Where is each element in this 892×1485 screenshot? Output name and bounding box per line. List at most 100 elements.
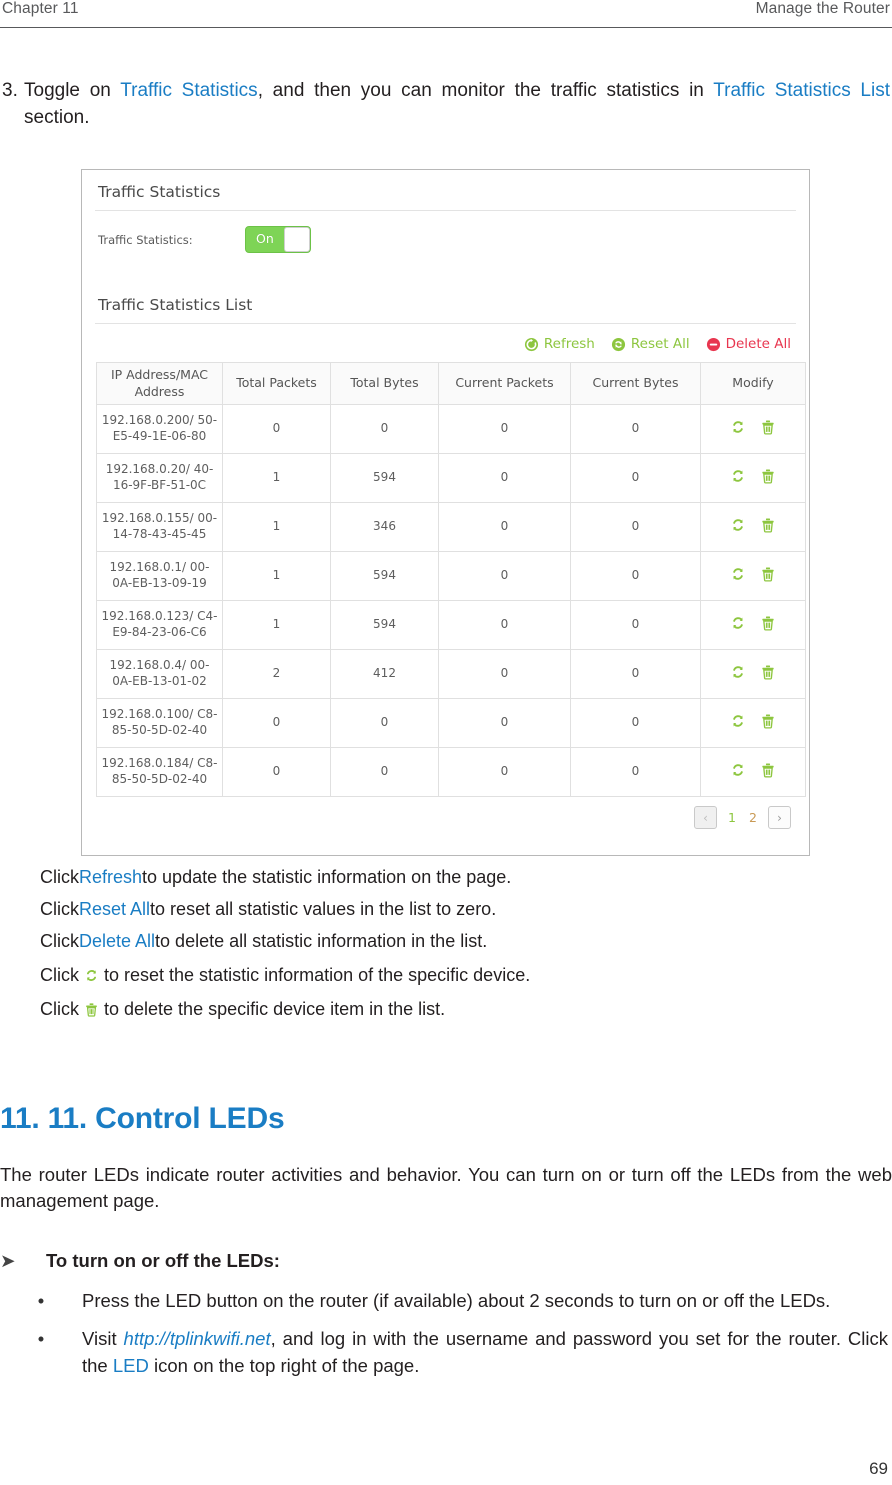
reset-icon: [611, 337, 626, 352]
cell-ip-mac: 192.168.0.123/ C4-E9-84-23-06-C6: [96, 600, 223, 650]
traffic-statistics-toggle[interactable]: On: [245, 226, 311, 253]
row-reset-icon[interactable]: [729, 614, 747, 637]
table-action-bar: Refresh Reset All Delete All: [82, 324, 809, 352]
cell-current-bytes: 0: [570, 502, 701, 552]
refresh-button[interactable]: Refresh: [524, 336, 595, 352]
col-header-ip-mac: IP Address/MAC Address: [96, 362, 223, 405]
cell-current-packets: 0: [438, 600, 571, 650]
delete-all-label: Delete All: [725, 336, 791, 352]
cell-current-bytes: 0: [570, 404, 701, 454]
page-content: 3. Toggle on Traffic Statistics, and the…: [0, 30, 892, 132]
cell-ip-mac: 192.168.0.4/ 00-0A-EB-13-01-02: [96, 649, 223, 699]
cell-total-packets: 1: [222, 551, 331, 601]
cell-ip-mac: 192.168.0.184/ C8-85-50-5D-02-40: [96, 747, 223, 797]
row-delete-icon[interactable]: [759, 418, 777, 441]
cell-total-bytes: 594: [330, 551, 439, 601]
row-delete-icon[interactable]: [759, 467, 777, 490]
table-row: 192.168.0.4/ 00-0A-EB-13-01-02 2 412 0 0: [96, 649, 806, 699]
cell-total-bytes: 346: [330, 502, 439, 552]
tplinkwifi-link[interactable]: http://tplinkwifi.net: [124, 1328, 271, 1349]
traffic-statistics-field-row: Traffic Statistics: On: [82, 211, 809, 253]
step-text-part2: , and then you can monitor the traffic s…: [257, 80, 714, 101]
table-row: 192.168.0.200/ 50-E5-49-1E-06-80 0 0 0 0: [96, 404, 806, 454]
table-row: 192.168.0.1/ 00-0A-EB-13-09-19 1 594 0 0: [96, 551, 806, 601]
row-reset-icon[interactable]: [729, 663, 747, 686]
page-number: 69: [869, 1459, 888, 1478]
step-number: 3.: [2, 80, 18, 101]
cell-total-packets: 0: [222, 747, 331, 797]
click-line-delete-device: Click to delete the specific device item…: [40, 998, 870, 1018]
cell-total-packets: 1: [222, 600, 331, 650]
toggle-knob[interactable]: [284, 227, 310, 252]
click-delete-device-post: to delete the specific device item in th…: [104, 999, 446, 1019]
row-delete-icon[interactable]: [759, 516, 777, 539]
row-delete-icon[interactable]: [759, 712, 777, 735]
row-reset-icon[interactable]: [729, 418, 747, 441]
cell-current-packets: 0: [438, 698, 571, 748]
click-reset-all-pre: Click: [40, 899, 79, 919]
table-row: 192.168.0.184/ C8-85-50-5D-02-40 0 0 0 0: [96, 747, 806, 797]
click-reset-all-link[interactable]: Reset All: [79, 900, 150, 918]
reset-all-button[interactable]: Reset All: [611, 336, 690, 352]
page-title: 11. 11. Control LEDs: [0, 1102, 285, 1135]
click-line-reset-all: Click Reset All to reset all statistic v…: [40, 900, 870, 918]
header-divider: [0, 27, 892, 28]
cell-current-bytes: 0: [570, 747, 701, 797]
row-reset-icon[interactable]: [729, 565, 747, 588]
pagination-page-1[interactable]: 1: [726, 810, 738, 825]
table-pagination: ‹ 1 2 ›: [82, 797, 809, 829]
sub-bullet-list: • Press the LED button on the router (if…: [0, 1288, 892, 1391]
visit-post: icon on the top right of the page.: [148, 1354, 420, 1376]
cell-total-packets: 2: [222, 649, 331, 699]
click-delete-device-pre: Click: [40, 999, 79, 1019]
row-reset-icon[interactable]: [729, 761, 747, 784]
row-reset-icon[interactable]: [729, 516, 747, 539]
cell-current-packets: 0: [438, 404, 571, 454]
pagination-prev-button[interactable]: ‹: [694, 806, 717, 829]
step-link-traffic-statistics-list[interactable]: Traffic Statistics List: [713, 80, 890, 101]
pagination-page-2[interactable]: 2: [747, 810, 759, 825]
cell-total-bytes: 0: [330, 404, 439, 454]
step-link-traffic-statistics[interactable]: Traffic Statistics: [120, 80, 257, 101]
cell-total-bytes: 0: [330, 698, 439, 748]
row-reset-icon[interactable]: [729, 467, 747, 490]
row-delete-icon[interactable]: [759, 663, 777, 686]
click-delete-all-pre: Click: [40, 931, 79, 951]
cell-total-packets: 1: [222, 453, 331, 503]
click-line-refresh: Click Refresh to update the statistic in…: [40, 868, 870, 886]
toggle-state-label: On: [256, 231, 274, 247]
click-delete-all-link[interactable]: Delete All: [79, 932, 155, 950]
cell-total-packets: 0: [222, 698, 331, 748]
bullet-dot-icon: •: [37, 1328, 45, 1350]
row-reset-icon[interactable]: [729, 712, 747, 735]
cell-current-packets: 0: [438, 502, 571, 552]
row-delete-icon[interactable]: [759, 761, 777, 784]
table-row: 192.168.0.123/ C4-E9-84-23-06-C6 1 594 0 0: [96, 600, 806, 650]
running-head: Chapter 11 Manage the Router: [0, 0, 892, 30]
click-refresh-link[interactable]: Refresh: [79, 868, 142, 886]
table-row: 192.168.0.155/ 00-14-78-43-45-45 1 346 0 0: [96, 502, 806, 552]
arrow-icon: ➤: [0, 1250, 16, 1271]
bullet-dot-icon: •: [37, 1290, 45, 1311]
row-delete-icon[interactable]: [759, 614, 777, 637]
running-head-section: Manage the Router: [755, 0, 890, 17]
led-link[interactable]: LED: [113, 1355, 149, 1376]
row-delete-icon[interactable]: [759, 565, 777, 588]
router-ui-panel: Traffic Statistics Traffic Statistics: O…: [81, 169, 810, 856]
click-instruction-list: Click Refresh to update the statistic in…: [40, 868, 870, 1032]
pagination-next-button[interactable]: ›: [768, 806, 791, 829]
reset-all-label: Reset All: [630, 336, 690, 352]
refresh-label: Refresh: [543, 336, 595, 352]
click-refresh-pre: Click: [40, 867, 79, 887]
cell-current-packets: 0: [438, 551, 571, 601]
cell-total-bytes: 594: [330, 453, 439, 503]
traffic-statistics-table: IP Address/MAC Address Total Packets Tot…: [96, 362, 806, 797]
chapter-intro-paragraph: The router LEDs indicate router activiti…: [0, 1164, 892, 1212]
cell-current-packets: 0: [438, 649, 571, 699]
cell-modify: [700, 404, 806, 454]
cell-ip-mac: 192.168.0.100/ C8-85-50-5D-02-40: [96, 698, 223, 748]
col-header-total-bytes: Total Bytes: [330, 362, 439, 405]
delete-all-button[interactable]: Delete All: [706, 336, 791, 352]
cell-modify: [700, 649, 806, 699]
visit-pre: Visit: [82, 1328, 124, 1350]
